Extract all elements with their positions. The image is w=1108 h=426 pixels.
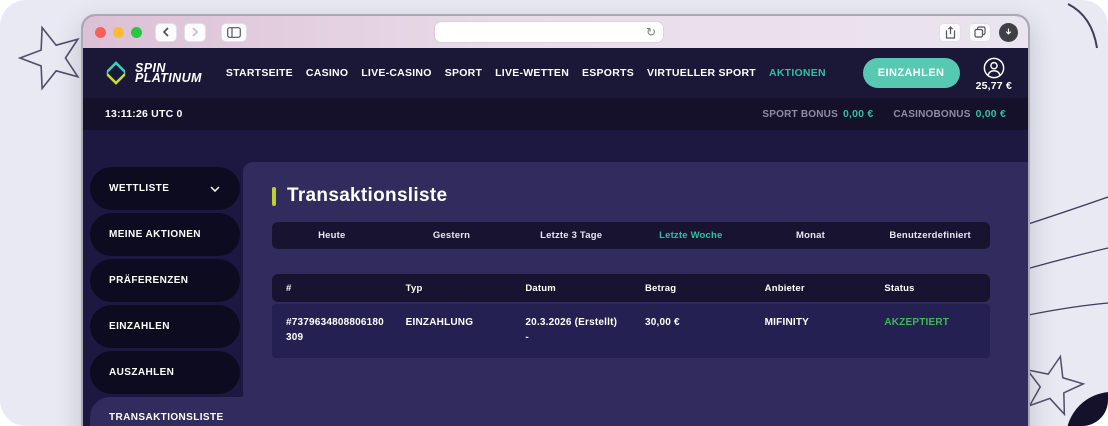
title-accent-bar	[272, 186, 276, 206]
spin-platinum-diamond-icon	[106, 61, 126, 85]
nav-esports[interactable]: ESPORTS	[582, 67, 634, 79]
sport-bonus-value: 0,00 €	[842, 108, 874, 120]
bonus-summary: SPORT BONUS 0,00 € CASINOBONUS 0,00 €	[762, 108, 1006, 120]
sidebar-item-meine-aktionen[interactable]: MEINE AKTIONEN	[90, 213, 240, 256]
minimize-window-button[interactable]	[113, 26, 124, 38]
sidebar-panel-icon	[227, 26, 241, 38]
back-button[interactable]	[155, 22, 177, 42]
column-betrag: Betrag	[644, 282, 677, 294]
balance-amount: 25,77 €	[975, 80, 1012, 92]
sidebar-item-praeferenzen[interactable]: PRÄFERENZEN	[90, 259, 240, 302]
sidebar-item-einzahlen[interactable]: EINZAHLEN	[90, 305, 240, 348]
filter-letzte-3-tage[interactable]: Letzte 3 Tage	[511, 230, 631, 241]
sidebar-item-wettliste[interactable]: WETTLISTE	[90, 167, 240, 210]
cell-date-line1: 20.3.2026 (Erstellt)	[525, 317, 618, 328]
cell-amount: 30,00 €	[644, 317, 680, 328]
casino-bonus: CASINOBONUS 0,00 €	[893, 108, 1006, 120]
page-title: Transaktionsliste	[287, 185, 448, 206]
casino-bonus-label: CASINOBONUS	[893, 109, 971, 120]
reload-icon[interactable]: ↻	[646, 25, 656, 39]
browser-toolbar: ↻	[83, 16, 1028, 48]
page-body: WETTLISTE MEINE AKTIONEN PRÄFERENZEN EIN…	[83, 130, 1028, 426]
cell-status: AKZEPTIERT	[884, 317, 950, 328]
download-arrow-icon	[1005, 28, 1012, 35]
date-filter-bar: Heute Gestern Letzte 3 Tage Letzte Woche…	[272, 222, 990, 249]
sidebar-item-label: WETTLISTE	[109, 183, 170, 194]
filter-letzte-woche[interactable]: Letzte Woche	[631, 230, 751, 241]
nav-aktionen[interactable]: AKTIONEN	[769, 67, 826, 79]
sidebar-item-label: EINZAHLEN	[109, 321, 170, 332]
cell-provider: MIFINITY	[764, 317, 810, 328]
nav-casino[interactable]: CASINO	[306, 67, 348, 79]
cell-type: EINZAHLUNG	[405, 317, 474, 328]
zoom-window-button[interactable]	[131, 26, 142, 38]
chevron-down-icon	[210, 185, 220, 192]
share-icon	[945, 25, 955, 39]
column-status: Status	[884, 282, 915, 294]
forward-button[interactable]	[184, 22, 206, 42]
filter-benutzerdefiniert[interactable]: Benutzerdefiniert	[870, 230, 990, 241]
share-button[interactable]	[939, 22, 961, 42]
sub-header: 13:11:26 UTC 0 SPORT BONUS 0,00 € CASINOB…	[83, 98, 1028, 130]
filter-gestern[interactable]: Gestern	[392, 230, 512, 241]
site-content: SPIN PLATINUM STARTSEITE CASINO LIVE-CAS…	[83, 48, 1028, 426]
nav-virtueller-sport[interactable]: VIRTUELLER SPORT	[647, 67, 756, 79]
nav-live-casino[interactable]: LIVE-CASINO	[361, 67, 431, 79]
column-typ: Typ	[405, 282, 423, 294]
cell-transaction-id: #7379634808806180309	[286, 317, 384, 343]
filter-heute[interactable]: Heute	[272, 230, 392, 241]
page-background: ↻ SPIN PLATINUM STARTSEITE CASINO LIVE-C…	[0, 0, 1108, 426]
logo-line2: PLATINUM	[135, 71, 202, 85]
chevron-right-icon	[192, 27, 199, 37]
main-nav: STARTSEITE CASINO LIVE-CASINO SPORT LIVE…	[226, 67, 826, 79]
sidebar-item-auszahlen[interactable]: AUSZAHLEN	[90, 351, 240, 394]
sport-bonus: SPORT BONUS 0,00 €	[762, 108, 873, 120]
filter-monat[interactable]: Monat	[751, 230, 871, 241]
decorative-line	[1067, 3, 1098, 49]
logo-text: SPIN PLATINUM	[135, 62, 202, 85]
account-sidebar: WETTLISTE MEINE AKTIONEN PRÄFERENZEN EIN…	[83, 130, 243, 426]
column-anbieter: Anbieter	[764, 282, 805, 294]
account-widget[interactable]: 25,77 €	[976, 57, 1012, 92]
tabs-icon	[974, 26, 986, 38]
chevron-left-icon	[162, 27, 169, 37]
sidebar-toggle-button[interactable]	[221, 22, 247, 42]
corner-blob	[1067, 392, 1108, 426]
server-clock: 13:11:26 UTC 0	[105, 108, 183, 120]
nav-startseite[interactable]: STARTSEITE	[226, 67, 293, 79]
tabs-overview-button[interactable]	[969, 22, 991, 42]
casino-bonus-value: 0,00 €	[975, 108, 1006, 120]
close-window-button[interactable]	[95, 26, 106, 38]
transactions-panel: Transaktionsliste Heute Gestern Letzte 3…	[243, 162, 1028, 426]
column-datum: Datum	[525, 282, 556, 294]
table-header: # Typ Datum Betrag Anbieter Status	[272, 274, 990, 302]
sport-bonus-label: SPORT BONUS	[762, 109, 838, 120]
cell-date-line2: -	[525, 332, 529, 343]
sidebar-item-label: TRANSAKTIONSLISTE	[109, 412, 224, 423]
site-header: SPIN PLATINUM STARTSEITE CASINO LIVE-CAS…	[83, 48, 1028, 98]
title-row: Transaktionsliste	[272, 184, 990, 208]
sidebar-item-label: PRÄFERENZEN	[109, 275, 189, 286]
browser-window: ↻ SPIN PLATINUM STARTSEITE CASINO LIVE-C…	[81, 14, 1030, 426]
sidebar-item-transaktionsliste[interactable]: TRANSAKTIONSLISTE	[90, 397, 243, 426]
nav-live-wetten[interactable]: LIVE-WETTEN	[495, 67, 569, 79]
sidebar-item-label: AUSZAHLEN	[109, 367, 175, 378]
nav-sport[interactable]: SPORT	[445, 67, 482, 79]
cell-date: 20.3.2026 (Erstellt) -	[511, 315, 631, 345]
downloads-button[interactable]	[999, 22, 1018, 42]
url-bar[interactable]: ↻	[435, 22, 663, 42]
table-row: #7379634808806180309 EINZAHLUNG 20.3.202…	[272, 304, 990, 358]
star-outline-icon	[17, 25, 80, 91]
toolbar-right-group	[939, 22, 1018, 42]
column-id: #	[286, 282, 292, 294]
logo[interactable]: SPIN PLATINUM	[105, 59, 202, 87]
deposit-button[interactable]: EINZAHLEN	[862, 58, 960, 88]
sidebar-item-label: MEINE AKTIONEN	[109, 229, 201, 240]
profile-icon	[983, 57, 1005, 79]
